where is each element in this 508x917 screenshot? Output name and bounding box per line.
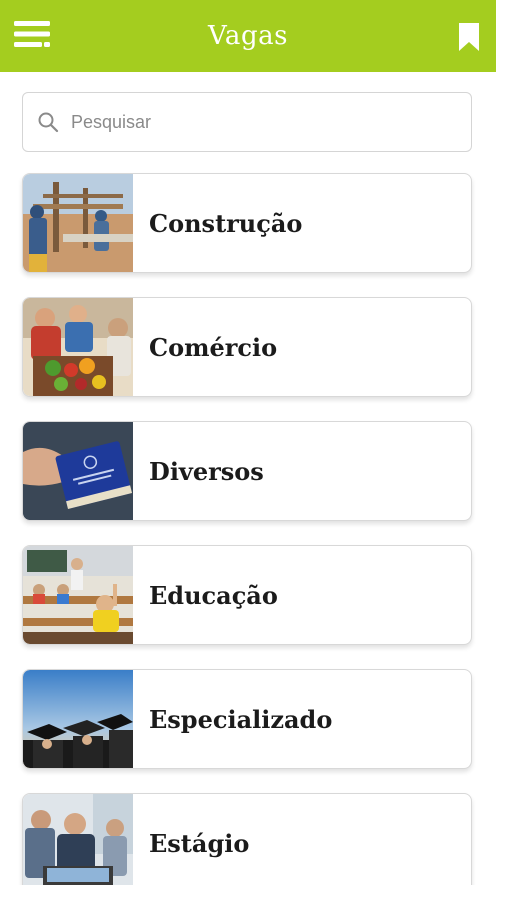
bookmark-icon: [459, 23, 479, 51]
category-label: Construção: [149, 208, 303, 238]
category-card-construcao[interactable]: Construção: [22, 173, 472, 273]
category-label: Comércio: [149, 332, 278, 362]
category-list: Construção Comércio Diversos Educação Es…: [22, 173, 472, 917]
graduation-caps-photo: [23, 670, 133, 768]
app-bar: Vagas: [0, 0, 496, 72]
classroom-photo: [23, 546, 133, 644]
market-vegetables-photo: [23, 298, 133, 396]
category-card-estagio[interactable]: Estágio: [22, 793, 472, 893]
category-label: Diversos: [149, 456, 264, 486]
category-label: Educação: [149, 580, 278, 610]
bottom-edge: [0, 885, 508, 900]
category-card-educacao[interactable]: Educação: [22, 545, 472, 645]
construction-workers-photo: [23, 174, 133, 272]
category-card-comercio[interactable]: Comércio: [22, 297, 472, 397]
category-label: Especializado: [149, 704, 333, 734]
category-label: Estágio: [149, 828, 250, 858]
menu-icon: [14, 21, 50, 47]
category-card-especializado[interactable]: Especializado: [22, 669, 472, 769]
search-icon: [38, 112, 59, 133]
page-title: Vagas: [208, 21, 288, 51]
search-input[interactable]: [69, 110, 471, 134]
bookmark-button[interactable]: [456, 20, 482, 54]
office-team-photo: [23, 794, 133, 892]
search-bar[interactable]: [22, 92, 472, 152]
category-card-diversos[interactable]: Diversos: [22, 421, 472, 521]
menu-button[interactable]: [12, 16, 52, 52]
work-card-photo: [23, 422, 133, 520]
